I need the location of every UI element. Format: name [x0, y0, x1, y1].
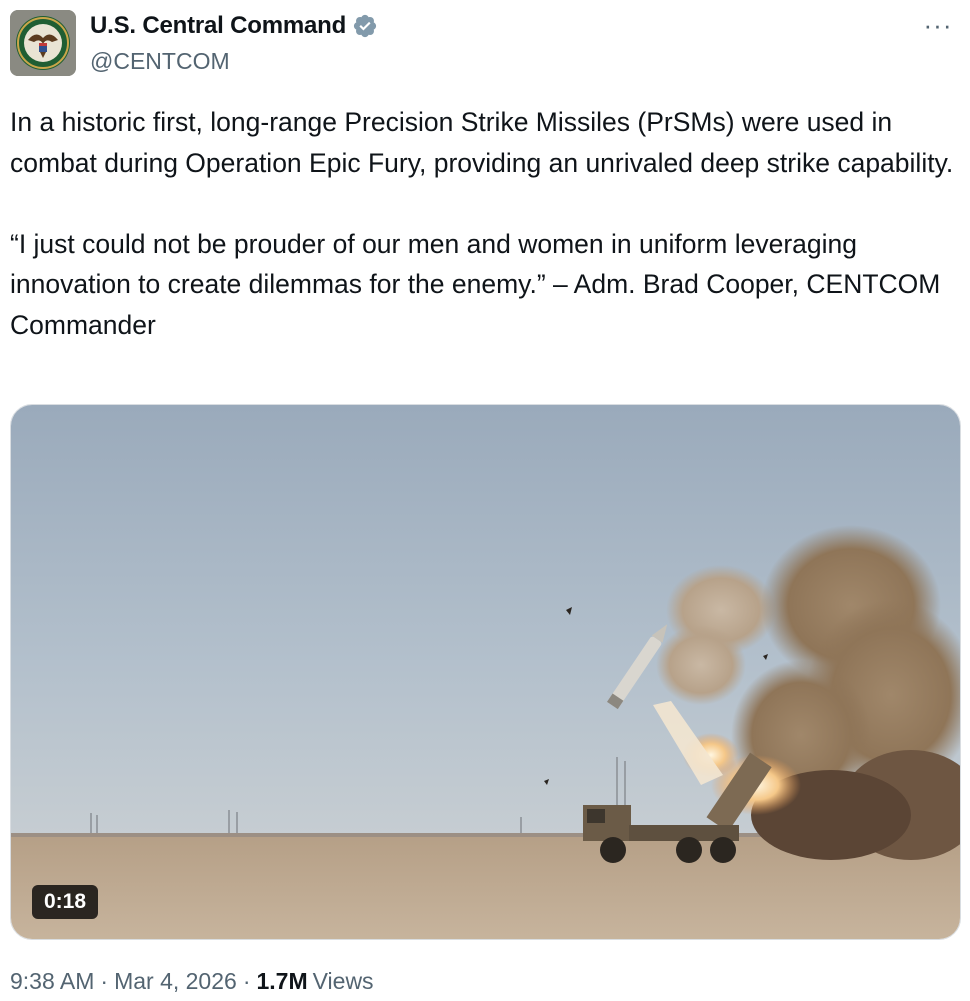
- tweet-text: In a historic first, long-range Precisio…: [10, 102, 960, 345]
- display-name[interactable]: U.S. Central Command: [90, 12, 346, 40]
- centcom-seal-icon: [10, 10, 76, 76]
- tweet-metadata: 9:38 AM · Mar 4, 2026 · 1.7M Views: [10, 968, 374, 995]
- more-options-icon[interactable]: ···: [918, 10, 958, 40]
- account-handle[interactable]: @CENTCOM: [90, 48, 230, 75]
- meta-separator: ·: [242, 968, 251, 994]
- views-count: 1.7M: [256, 968, 308, 994]
- video-duration-badge: 0:18: [32, 885, 99, 919]
- views-label: Views: [312, 968, 374, 994]
- tweet-paragraph-1: In a historic first, long-range Precisio…: [10, 107, 954, 178]
- post-time[interactable]: 9:38 AM: [10, 968, 94, 995]
- tweet-header: U.S. Central Command @CENTCOM ···: [10, 10, 960, 80]
- verified-badge-icon[interactable]: [352, 13, 378, 39]
- video-player[interactable]: 0:18: [10, 404, 961, 940]
- post-date[interactable]: Mar 4, 2026: [114, 968, 237, 995]
- meta-separator: ·: [100, 968, 109, 994]
- video-thumbnail: [11, 405, 960, 939]
- name-row: U.S. Central Command: [90, 12, 378, 40]
- avatar[interactable]: [10, 10, 76, 76]
- tweet-paragraph-2: “I just could not be prouder of our men …: [10, 228, 941, 340]
